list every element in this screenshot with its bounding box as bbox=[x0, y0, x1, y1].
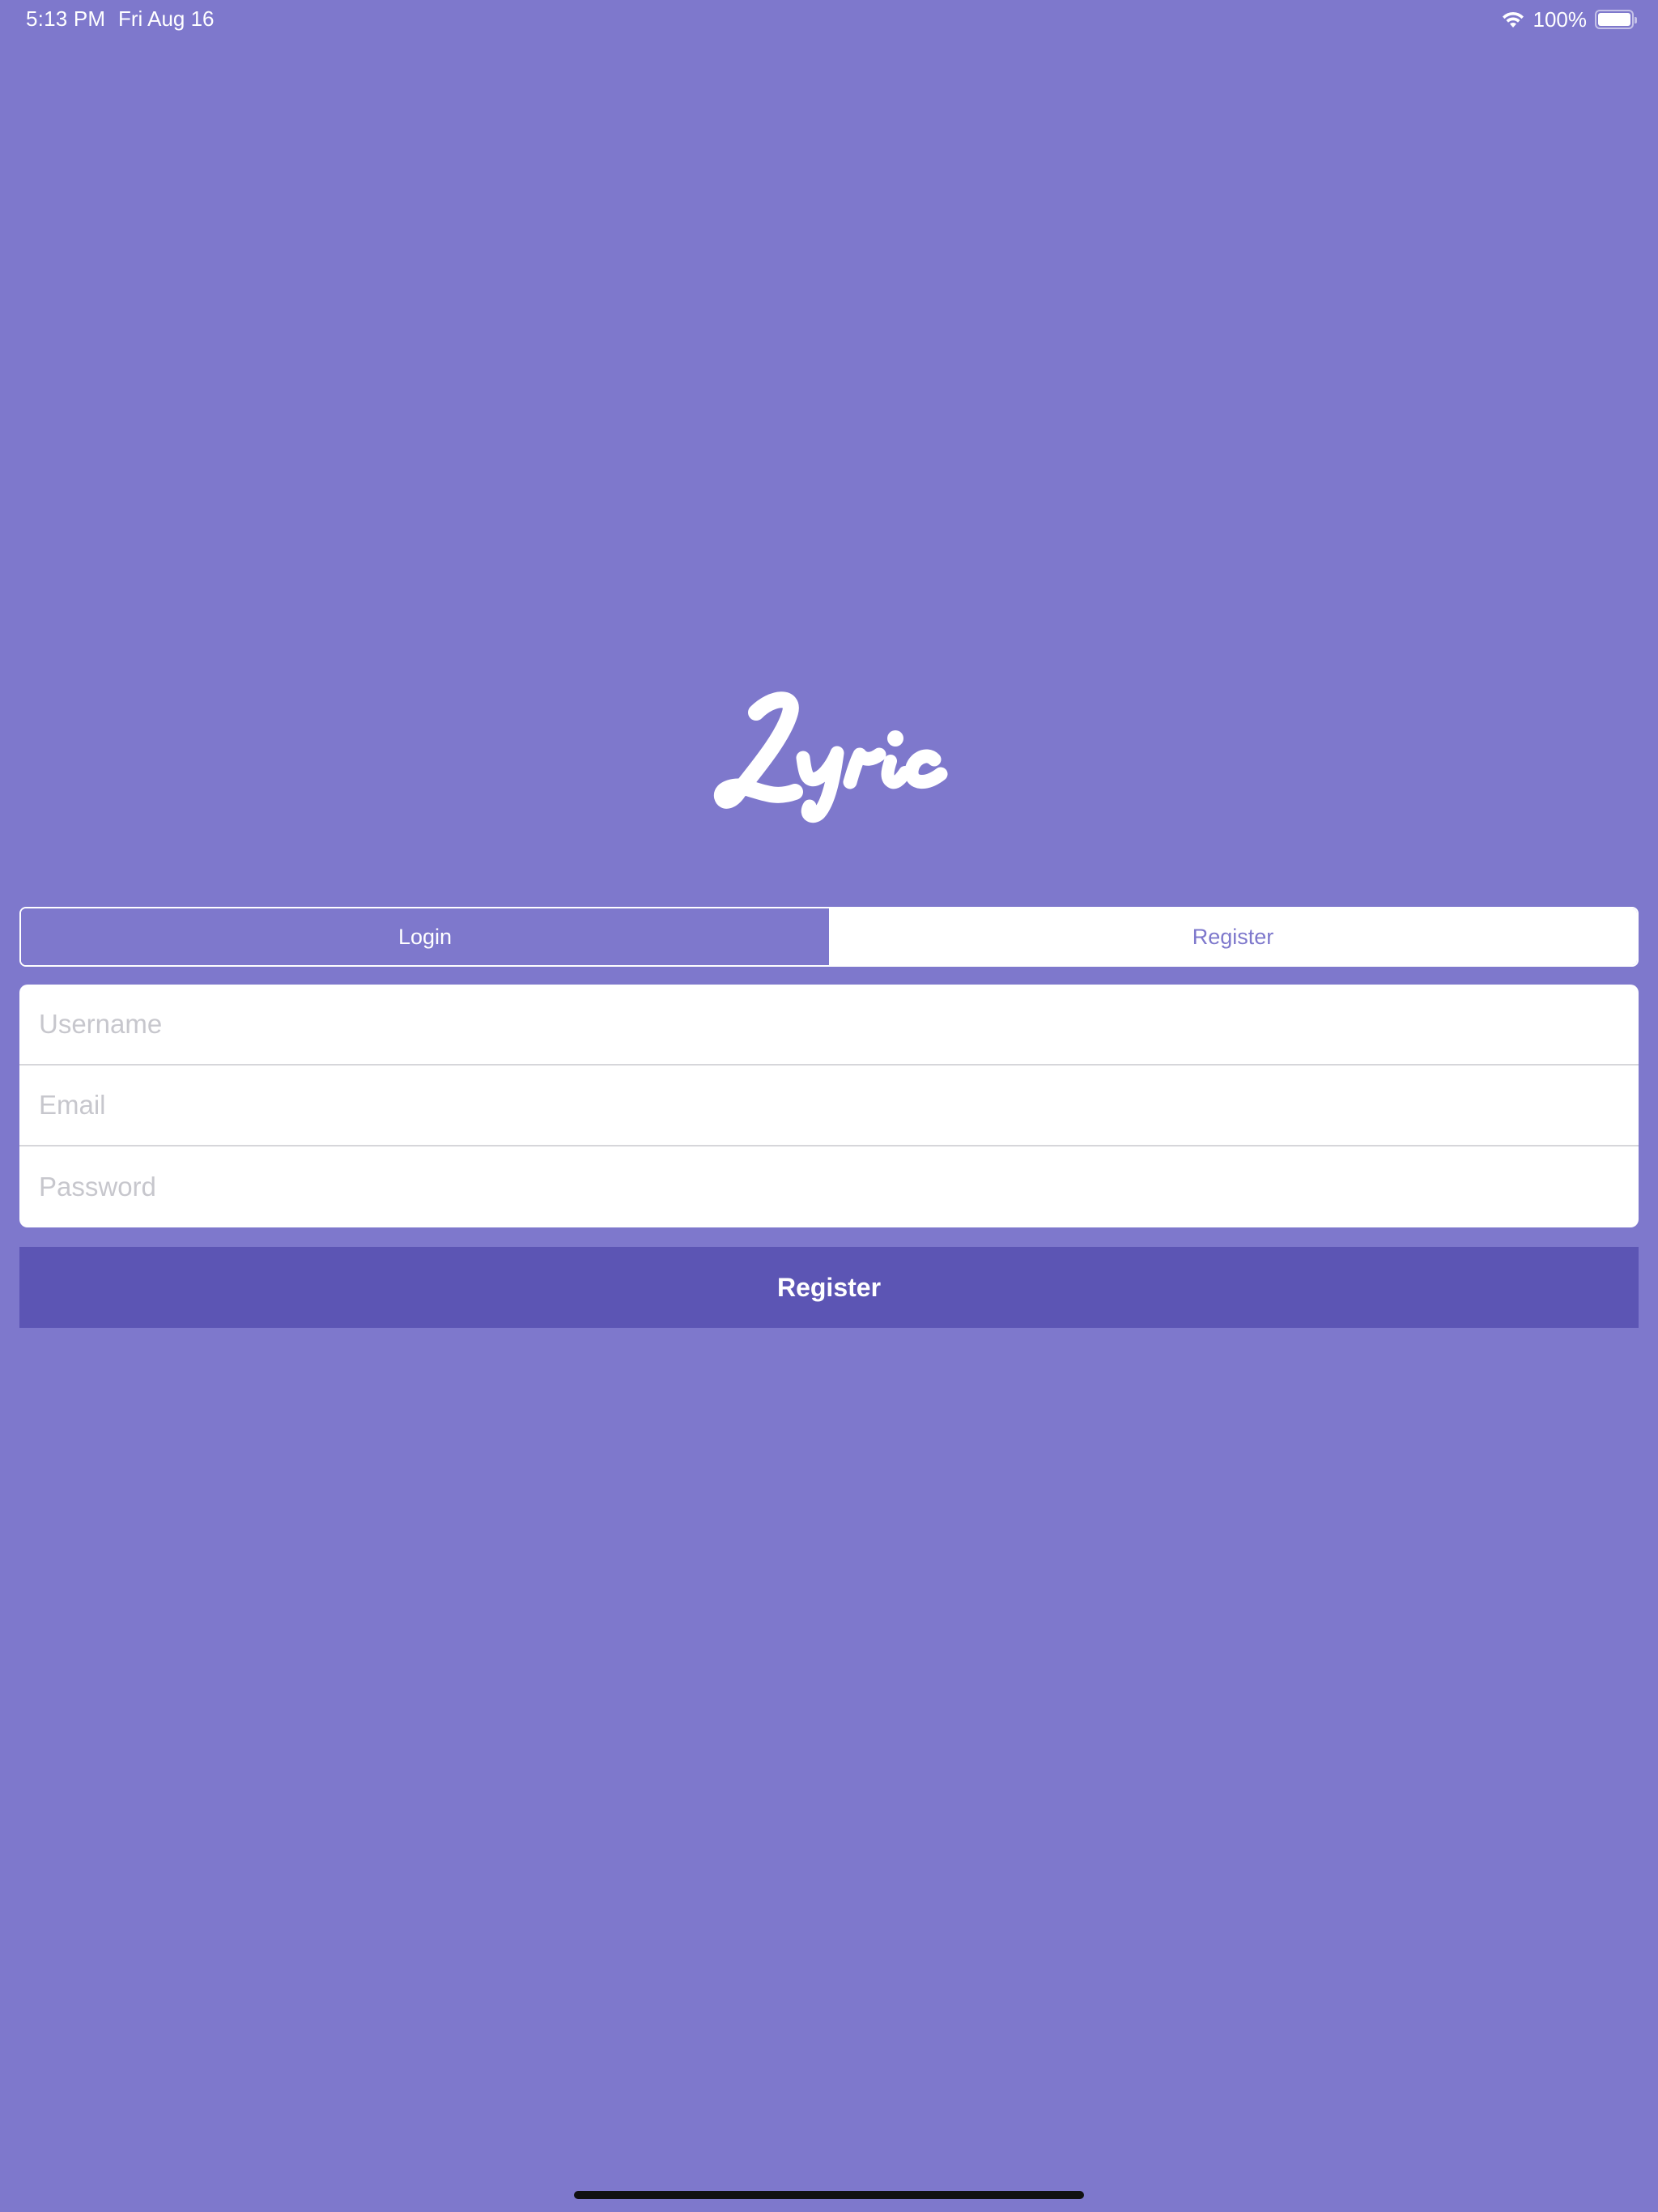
battery-fill bbox=[1598, 13, 1630, 26]
wifi-icon bbox=[1501, 10, 1525, 29]
password-field-row bbox=[19, 1146, 1639, 1227]
segment-register[interactable]: Register bbox=[829, 908, 1637, 965]
lyric-logo-wordmark bbox=[714, 691, 948, 823]
segment-login-label: Login bbox=[397, 924, 453, 949]
battery-nub bbox=[1635, 17, 1637, 23]
battery-percent: 100% bbox=[1533, 6, 1588, 32]
segment-register-label: Register bbox=[1192, 924, 1274, 949]
status-bar: 5:13 PM Fri Aug 16 100% bbox=[0, 0, 1658, 39]
app-logo bbox=[0, 680, 1658, 830]
email-field-row bbox=[19, 1066, 1639, 1146]
password-input[interactable] bbox=[39, 1172, 1619, 1202]
segment-login[interactable]: Login bbox=[21, 908, 829, 965]
username-field-row bbox=[19, 985, 1639, 1066]
username-input[interactable] bbox=[39, 1009, 1619, 1040]
auth-mode-segmented-control: Login Register bbox=[19, 907, 1639, 967]
battery-icon bbox=[1595, 10, 1637, 29]
status-date: Fri Aug 16 bbox=[118, 6, 215, 31]
register-button[interactable]: Register bbox=[19, 1247, 1639, 1328]
register-form bbox=[19, 985, 1639, 1227]
status-time: 5:13 PM bbox=[26, 6, 106, 31]
register-screen: 5:13 PM Fri Aug 16 100% Login Register U… bbox=[0, 0, 1658, 2212]
email-input[interactable] bbox=[39, 1090, 1619, 1121]
home-indicator[interactable] bbox=[574, 2191, 1084, 2199]
status-indicators: 100% bbox=[1501, 6, 1637, 32]
